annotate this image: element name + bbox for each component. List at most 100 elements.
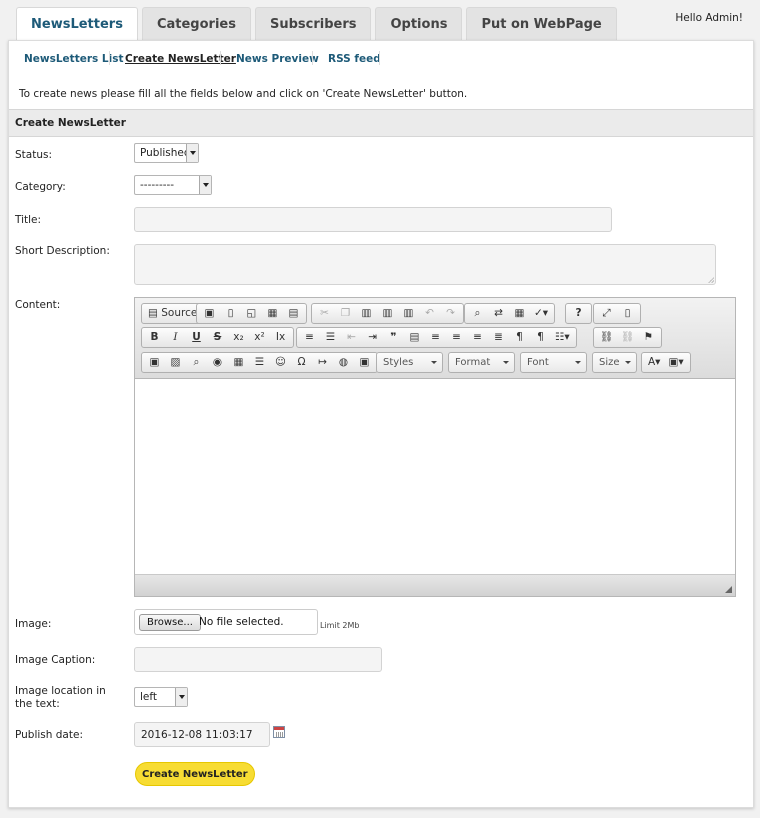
align-center-icon[interactable]: ≡: [446, 328, 467, 347]
smiley-icon[interactable]: ☺: [270, 353, 291, 372]
image-location-select[interactable]: left: [134, 687, 188, 707]
paste-word-icon[interactable]: ▥: [398, 304, 419, 323]
calendar-icon[interactable]: [273, 726, 285, 738]
outdent-icon[interactable]: ⇤: [341, 328, 362, 347]
undo-icon[interactable]: ↶: [419, 304, 440, 323]
spellcheck-icon[interactable]: ✓▾: [530, 304, 552, 323]
editor-content-area[interactable]: [135, 379, 735, 574]
blockquote-icon[interactable]: ❞: [383, 328, 404, 347]
source-button[interactable]: ▤ Source: [144, 304, 201, 323]
youtube-icon[interactable]: ▣: [144, 353, 165, 372]
font-combo[interactable]: Font: [520, 352, 587, 373]
superscript-icon[interactable]: x²: [249, 328, 270, 347]
help-button[interactable]: ?: [568, 304, 589, 323]
paste-text-icon[interactable]: ▥: [377, 304, 398, 323]
copy-icon[interactable]: ❐: [335, 304, 356, 323]
status-label: Status:: [15, 149, 52, 161]
bold-button[interactable]: B: [144, 328, 165, 347]
category-select[interactable]: ---------: [134, 175, 212, 195]
subnav-rss-feed[interactable]: RSS feed: [328, 53, 381, 65]
title-input[interactable]: [134, 207, 612, 232]
special-char-icon[interactable]: Ω: [291, 353, 312, 372]
flash-icon[interactable]: ◉: [207, 353, 228, 372]
styles-combo[interactable]: Styles: [376, 352, 443, 373]
short-description-label: Short Description:: [15, 245, 110, 257]
image-caption-input[interactable]: [134, 647, 382, 672]
show-blocks-icon[interactable]: ▯: [617, 304, 638, 323]
chevron-down-icon: [186, 144, 198, 162]
rtl-icon[interactable]: ¶: [530, 328, 551, 347]
subscript-icon[interactable]: x₂: [228, 328, 249, 347]
flash-search-icon[interactable]: ⌕: [186, 353, 207, 372]
tab-put-on-webpage[interactable]: Put on WebPage: [466, 7, 617, 41]
cut-icon[interactable]: ✂: [314, 304, 335, 323]
status-value: Published: [140, 147, 191, 159]
find-icon[interactable]: ⌕: [467, 304, 488, 323]
create-newsletter-button[interactable]: Create NewsLetter: [135, 762, 255, 786]
iframe-globe-icon[interactable]: ◍: [333, 353, 354, 372]
maximize-icon[interactable]: ⤢: [596, 304, 617, 323]
align-right-icon[interactable]: ≡: [467, 328, 488, 347]
subnav-divider: [379, 51, 380, 65]
strike-button[interactable]: S: [207, 328, 228, 347]
short-description-wrapper: [134, 244, 716, 285]
tab-options[interactable]: Options: [375, 7, 463, 41]
publish-date-input[interactable]: [134, 722, 270, 747]
new-page-icon[interactable]: ▯: [220, 304, 241, 323]
page-break-icon[interactable]: ↦: [312, 353, 333, 372]
intro-text: To create news please fill all the field…: [19, 88, 468, 100]
source-icon: ▤: [148, 307, 158, 319]
horizontal-line-icon[interactable]: ☰: [249, 353, 270, 372]
underline-button[interactable]: U: [186, 328, 207, 347]
select-all-icon[interactable]: ▦: [509, 304, 530, 323]
indent-icon[interactable]: ⇥: [362, 328, 383, 347]
paste-icon[interactable]: ▥: [356, 304, 377, 323]
size-combo[interactable]: Size: [592, 352, 637, 373]
unlink-icon[interactable]: ⛓: [617, 328, 638, 347]
subnav-divider: [109, 51, 110, 65]
align-left-icon[interactable]: ≡: [425, 328, 446, 347]
category-label: Category:: [15, 181, 66, 193]
toolbar-group-clipboard: ✂ ❐ ▥ ▥ ▥ ↶ ↷: [311, 303, 464, 324]
numbered-list-icon[interactable]: ≡: [299, 328, 320, 347]
justify-icon[interactable]: ≣: [488, 328, 509, 347]
format-combo[interactable]: Format: [448, 352, 515, 373]
media-icon[interactable]: ▣: [354, 353, 375, 372]
image-icon[interactable]: ▨: [165, 353, 186, 372]
table-icon[interactable]: ▦: [228, 353, 249, 372]
anchor-flag-icon[interactable]: ⚑: [638, 328, 659, 347]
background-color-icon[interactable]: ▣▾: [664, 353, 687, 372]
templates-icon[interactable]: ▤: [283, 304, 304, 323]
link-icon[interactable]: ⛓: [596, 328, 617, 347]
subnav-news-preview[interactable]: News Preview: [236, 53, 319, 65]
image-file-input[interactable]: Browse... No file selected.: [134, 609, 318, 635]
main-tabs: NewsLetters Categories Subscribers Optio…: [16, 7, 617, 42]
div-container-icon[interactable]: ▤: [404, 328, 425, 347]
resize-handle-icon[interactable]: [725, 586, 732, 593]
title-label: Title:: [15, 214, 42, 226]
toolbar-group-find: ⌕ ⇄ ▦ ✓▾: [464, 303, 556, 324]
tab-newsletters[interactable]: NewsLetters: [16, 7, 138, 42]
remove-format-icon[interactable]: Ix: [270, 328, 291, 347]
status-select[interactable]: Published: [134, 143, 199, 163]
redo-icon[interactable]: ↷: [440, 304, 461, 323]
bulleted-list-icon[interactable]: ☰: [320, 328, 341, 347]
print-icon[interactable]: ▦: [262, 304, 283, 323]
tab-categories[interactable]: Categories: [141, 7, 251, 41]
short-description-textarea[interactable]: [134, 244, 716, 285]
toolbar-group-view: ⤢ ▯: [593, 303, 641, 324]
browse-button[interactable]: Browse...: [139, 614, 201, 631]
save-icon[interactable]: ▣: [199, 304, 220, 323]
replace-icon[interactable]: ⇄: [488, 304, 509, 323]
greeting: Hello Admin!: [675, 12, 743, 24]
editor-toolbar: ▤ Source ▣ ▯ ◱ ▦ ▤ ✂ ❐ ▥ ▥ ▥ ↶ ↷ ⌕ ⇄ ▦ ✓…: [135, 298, 735, 379]
italic-button[interactable]: I: [165, 328, 186, 347]
subnav-divider: [220, 51, 221, 65]
tab-subscribers[interactable]: Subscribers: [254, 7, 372, 41]
preview-icon[interactable]: ◱: [241, 304, 262, 323]
resize-grip-icon[interactable]: [708, 277, 714, 283]
editor-footer: [135, 574, 735, 596]
language-icon[interactable]: ☷▾: [551, 328, 574, 347]
ltr-icon[interactable]: ¶: [509, 328, 530, 347]
text-color-icon[interactable]: A▾: [644, 353, 664, 372]
